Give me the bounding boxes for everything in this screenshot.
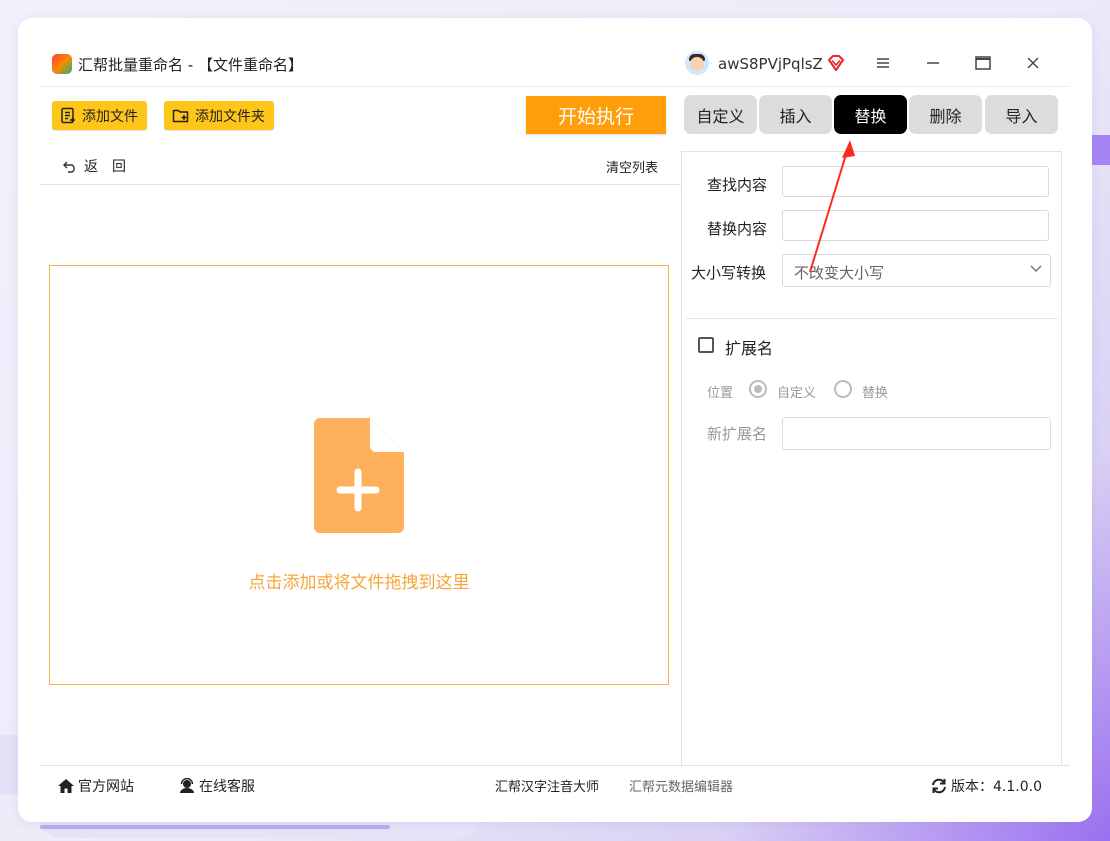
- official-website-label: 官方网站: [78, 779, 134, 795]
- add-file-label: 添加文件: [82, 108, 138, 125]
- radio-replace-label: 替换: [862, 386, 889, 401]
- tab-replace[interactable]: 替换: [834, 95, 907, 134]
- add-file-button[interactable]: 添加文件: [52, 101, 147, 130]
- minimize-icon[interactable]: [920, 52, 946, 74]
- new-extension-label: 新扩展名: [707, 425, 768, 443]
- case-label: 大小写转换: [691, 264, 767, 282]
- extension-checkbox[interactable]: [698, 337, 714, 353]
- back-label: 返回: [84, 159, 140, 175]
- app-logo-icon: [52, 54, 72, 74]
- new-extension-input[interactable]: [782, 417, 1051, 450]
- version-label: 版本：4.1.0.0: [951, 779, 1042, 795]
- undo-icon: [63, 161, 75, 173]
- replace-settings-panel: 查找内容 替换内容 大小写转换 不改变大小写 扩展名 位置 自定义 替换 新扩展…: [681, 151, 1062, 766]
- add-file-large-icon: [314, 418, 404, 533]
- metadata-editor-link[interactable]: 汇帮元数据编辑器: [629, 776, 733, 795]
- pinyin-tool-link[interactable]: 汇帮汉字注音大师: [495, 776, 599, 795]
- home-icon: [58, 779, 74, 793]
- background-shape: [1090, 135, 1110, 165]
- start-button[interactable]: 开始执行: [526, 96, 666, 134]
- position-label: 位置: [707, 386, 734, 401]
- drop-hint: 点击添加或将文件拖拽到这里: [248, 573, 470, 593]
- tab-custom[interactable]: 自定义: [684, 95, 757, 134]
- menu-icon[interactable]: [870, 52, 896, 74]
- tab-insert[interactable]: 插入: [759, 95, 832, 134]
- official-website-link[interactable]: 官方网站: [57, 776, 134, 796]
- user-avatar[interactable]: [685, 51, 709, 75]
- find-label: 查找内容: [707, 176, 768, 194]
- radio-custom[interactable]: [749, 380, 767, 398]
- add-folder-button[interactable]: 添加文件夹: [164, 101, 274, 130]
- version-info[interactable]: 版本：4.1.0.0: [930, 776, 1042, 796]
- headset-icon: [180, 778, 194, 793]
- tab-import[interactable]: 导入: [985, 95, 1058, 134]
- refresh-icon: [932, 778, 946, 794]
- online-support-link[interactable]: 在线客服: [178, 776, 255, 796]
- radio-custom-label: 自定义: [777, 386, 817, 401]
- username[interactable]: awS8PVjPqlsZ: [718, 55, 823, 73]
- tab-delete[interactable]: 删除: [909, 95, 982, 134]
- add-folder-icon: [172, 109, 189, 123]
- background-shape: [40, 825, 390, 829]
- find-input[interactable]: [782, 166, 1049, 197]
- add-folder-label: 添加文件夹: [195, 108, 265, 125]
- chevron-down-icon: [1030, 265, 1042, 273]
- vip-diamond-icon[interactable]: [826, 53, 846, 73]
- extension-label: 扩展名: [725, 339, 774, 358]
- maximize-icon[interactable]: [970, 52, 996, 74]
- app-window: 汇帮批量重命名 - 【文件重命名】 awS8PVjPqlsZ 添加文件 添加文件…: [40, 40, 1070, 805]
- replace-input[interactable]: [782, 210, 1049, 241]
- status-bar: 官方网站 在线客服 汇帮汉字注音大师 汇帮元数据编辑器 版本：4.1.0.0: [40, 765, 1070, 806]
- clear-list-button[interactable]: 清空列表: [606, 157, 658, 176]
- online-support-label: 在线客服: [199, 779, 255, 795]
- add-file-icon: [61, 107, 75, 124]
- title-bar: 汇帮批量重命名 - 【文件重命名】 awS8PVjPqlsZ: [40, 40, 1070, 87]
- divider: [40, 184, 681, 185]
- file-drop-zone[interactable]: 点击添加或将文件拖拽到这里: [49, 265, 669, 685]
- divider: [686, 318, 1058, 319]
- radio-replace[interactable]: [834, 380, 852, 398]
- close-icon[interactable]: [1020, 52, 1046, 74]
- case-select-value: 不改变大小写: [794, 264, 885, 282]
- case-select[interactable]: 不改变大小写: [782, 254, 1051, 287]
- window-title: 汇帮批量重命名 - 【文件重命名】: [78, 56, 303, 74]
- back-button[interactable]: 返回: [62, 156, 140, 176]
- replace-label: 替换内容: [707, 220, 768, 238]
